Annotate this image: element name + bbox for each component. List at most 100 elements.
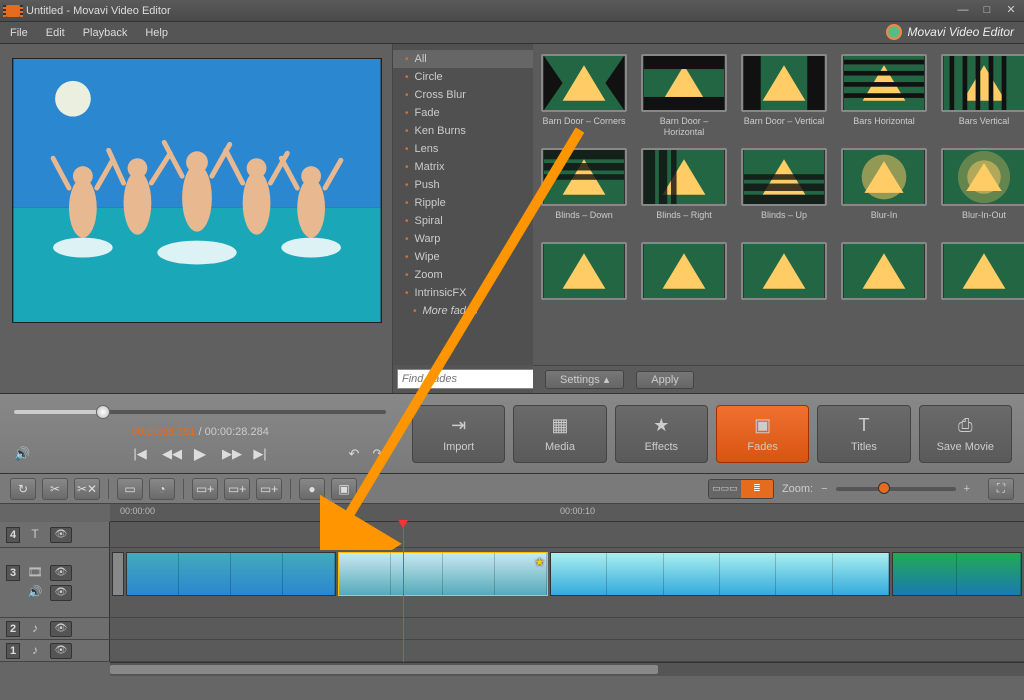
find-row: ✕ ▾	[393, 365, 533, 393]
fade-placeholder-4[interactable]	[841, 242, 927, 300]
find-fades-input[interactable]	[397, 369, 550, 389]
fade-placeholder-3[interactable]	[741, 242, 827, 300]
window-title: Untitled - Movavi Video Editor	[26, 5, 956, 17]
track-3-video-visibility[interactable]: 👁	[50, 565, 72, 581]
track-3-audio-visibility[interactable]: 👁	[50, 585, 72, 601]
fade-bars-vertical[interactable]: Bars Vertical	[941, 54, 1024, 138]
clip-freedom[interactable]: Freedom.png (0:00:05)	[126, 552, 336, 596]
track-2-lane[interactable]	[110, 618, 1024, 639]
clip-swi[interactable]: Swi	[892, 552, 1022, 596]
play-button[interactable]: ▶	[192, 444, 208, 464]
category-ken-burns[interactable]: Ken Burns	[393, 122, 533, 140]
fullscreen-button[interactable]: ⛶	[988, 478, 1014, 500]
redo-button[interactable]: ↷	[370, 446, 386, 462]
settings-button[interactable]: Settings▴	[545, 370, 624, 389]
apply-button[interactable]: Apply	[636, 371, 694, 389]
fade-placeholder-2[interactable]	[641, 242, 727, 300]
clip-friends[interactable]: ★ Friends.jpg (0:00:05)	[338, 552, 548, 596]
tool-add-1[interactable]: ▭+	[192, 478, 218, 500]
tab-save-movie[interactable]: ⎙Save Movie	[919, 405, 1012, 463]
track-4: 4 T 👁	[0, 522, 1024, 548]
tool-record[interactable]: ●	[299, 478, 325, 500]
category-lens[interactable]: Lens	[393, 140, 533, 158]
ruler-tick-10: 00:00:10	[560, 506, 595, 516]
maximize-button[interactable]: □	[980, 4, 994, 18]
fade-bars-horizontal[interactable]: Bars Horizontal	[841, 54, 927, 138]
category-cross-blur[interactable]: Cross Blur	[393, 86, 533, 104]
tool-crop[interactable]: ▭	[117, 478, 143, 500]
category-spiral[interactable]: Spiral	[393, 212, 533, 230]
track-2-visibility[interactable]: 👁	[50, 621, 72, 637]
menu-help[interactable]: Help	[145, 27, 168, 39]
chevron-up-icon: ▴	[604, 373, 610, 386]
menu-playback[interactable]: Playback	[83, 27, 128, 39]
tool-capture[interactable]: ▣	[331, 478, 357, 500]
track-1-lane[interactable]	[110, 640, 1024, 661]
tab-fades[interactable]: ▣Fades	[716, 405, 809, 463]
fade-barn-door-vertical[interactable]: Barn Door – Vertical	[741, 54, 827, 138]
tool-add-2[interactable]: ▭+	[224, 478, 250, 500]
category-zoom[interactable]: Zoom	[393, 266, 533, 284]
zoom-in-button[interactable]: +	[964, 483, 970, 495]
view-timeline[interactable]: ≣	[741, 480, 773, 498]
tool-split[interactable]: ✂	[42, 478, 68, 500]
seek-slider[interactable]	[14, 400, 386, 424]
menu-edit[interactable]: Edit	[46, 27, 65, 39]
video-preview[interactable]	[12, 58, 382, 323]
middle-bar: 00:00:06.391 / 00:00:28.284 🔊 |◀ ◀◀ ▶ ▶▶…	[0, 394, 1024, 474]
timeline-ruler[interactable]: 00:00:00 00:00:10	[110, 504, 1024, 522]
fade-barn-door-corners[interactable]: Barn Door – Corners	[541, 54, 627, 138]
category-ripple[interactable]: Ripple	[393, 194, 533, 212]
close-button[interactable]: ✕	[1004, 4, 1018, 18]
brand-logo-icon	[886, 24, 902, 40]
tab-effects[interactable]: ★Effects	[615, 405, 708, 463]
forward-button[interactable]: ▶▶	[222, 446, 238, 462]
category-circle[interactable]: Circle	[393, 68, 533, 86]
tab-import[interactable]: ⇥Import	[412, 405, 505, 463]
category-matrix[interactable]: Matrix	[393, 158, 533, 176]
fade-blur-in[interactable]: Blur-In	[841, 148, 927, 232]
fade-blinds-up[interactable]: Blinds – Up	[741, 148, 827, 232]
category-list: All Circle Cross Blur Fade Ken Burns Len…	[393, 44, 533, 365]
track-4-visibility[interactable]: 👁	[50, 527, 72, 543]
menu-bar: File Edit Playback Help Movavi Video Edi…	[0, 22, 1024, 44]
tool-rotate[interactable]: ↻	[10, 478, 36, 500]
tool-add-3[interactable]: ▭+	[256, 478, 282, 500]
menu-file[interactable]: File	[10, 27, 28, 39]
playhead[interactable]	[403, 522, 404, 662]
category-fade[interactable]: Fade	[393, 104, 533, 122]
next-button[interactable]: ▶|	[252, 446, 268, 462]
fades-gallery: Barn Door – Corners Barn Door – Horizont…	[533, 44, 1024, 365]
undo-button[interactable]: ↶	[346, 446, 362, 462]
view-storyboard[interactable]: ▭▭▭	[709, 480, 741, 498]
zoom-slider[interactable]	[836, 487, 956, 491]
track-3-lane[interactable]: Freedom.png (0:00:05) ★ Friends.jpg (0:0…	[110, 548, 1024, 617]
fade-blinds-right[interactable]: Blinds – Right	[641, 148, 727, 232]
fade-blinds-down[interactable]: Blinds – Down	[541, 148, 627, 232]
rewind-button[interactable]: ◀◀	[162, 446, 178, 462]
tool-duration[interactable]: ◔	[149, 478, 175, 500]
zoom-out-button[interactable]: −	[821, 483, 827, 495]
brand-text: Movavi Video Editor	[908, 25, 1015, 39]
category-wipe[interactable]: Wipe	[393, 248, 533, 266]
category-warp[interactable]: Warp	[393, 230, 533, 248]
prev-button[interactable]: |◀	[132, 446, 148, 462]
track-1-visibility[interactable]: 👁	[50, 643, 72, 659]
minimize-button[interactable]: —	[956, 4, 970, 18]
fade-placeholder-1[interactable]	[541, 242, 627, 300]
category-intrinsicfx[interactable]: IntrinsicFX	[393, 284, 533, 302]
category-more-fades[interactable]: More fades	[393, 302, 533, 320]
category-all[interactable]: All	[393, 50, 533, 68]
volume-icon[interactable]: 🔊	[14, 446, 30, 462]
category-push[interactable]: Push	[393, 176, 533, 194]
clip-summer[interactable]: Summer.mp4 (0:00:08)	[550, 552, 890, 596]
fade-marker-start[interactable]	[112, 552, 124, 596]
track-4-lane[interactable]	[110, 522, 1024, 547]
tab-media[interactable]: ▦Media	[513, 405, 606, 463]
fade-blur-in-out[interactable]: Blur-In-Out	[941, 148, 1024, 232]
fade-placeholder-5[interactable]	[941, 242, 1024, 300]
fade-barn-door-horizontal[interactable]: Barn Door – Horizontal	[641, 54, 727, 138]
tab-titles[interactable]: TTitles	[817, 405, 910, 463]
tool-cut[interactable]: ✂✕	[74, 478, 100, 500]
timeline-scrollbar[interactable]	[110, 662, 1024, 676]
